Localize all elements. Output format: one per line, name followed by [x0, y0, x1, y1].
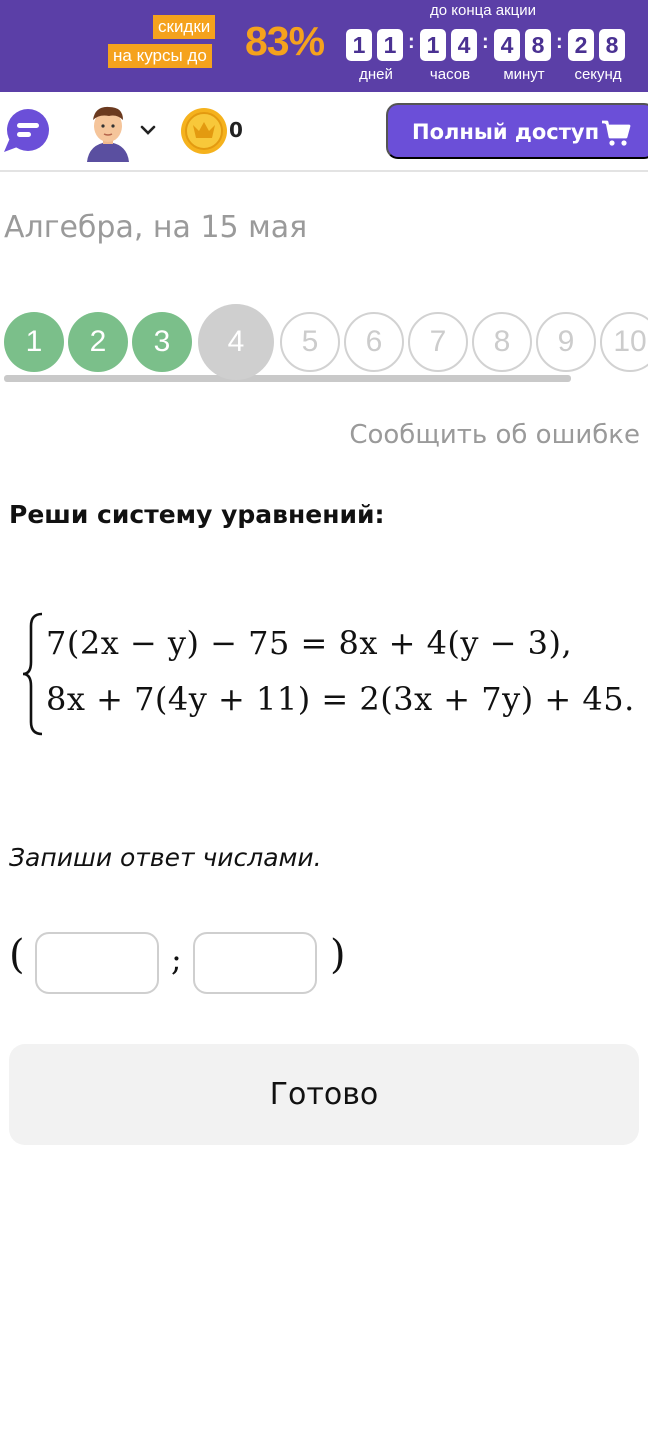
step-1[interactable]: 1 — [4, 312, 64, 372]
promo-countdown-label: до конца акции — [430, 2, 536, 19]
step-5[interactable]: 5 — [280, 312, 340, 372]
crown-coin-icon[interactable] — [180, 107, 228, 155]
promo-banner[interactable]: скидки на курсы до 83% до конца акции 1 … — [0, 0, 648, 92]
coin-count: 0 — [229, 118, 243, 142]
timer-unit-seconds: секунд — [574, 66, 622, 83]
timer-separator: : — [408, 31, 415, 53]
step-8[interactable]: 8 — [472, 312, 532, 372]
equation-1: 7(2x − y) − 75 = 8x + 4(y − 3), — [46, 624, 573, 662]
full-access-button[interactable]: Полный доступ — [386, 103, 648, 159]
step-6[interactable]: 6 — [344, 312, 404, 372]
timer-unit-hours: часов — [429, 66, 471, 83]
timer-days-digit-1: 1 — [346, 29, 372, 61]
stepper-progress-track — [4, 375, 571, 382]
step-3[interactable]: 3 — [132, 312, 192, 372]
cart-icon — [601, 119, 631, 147]
timer-seconds-digit-1: 2 — [568, 29, 594, 61]
timer-days-digit-2: 1 — [377, 29, 403, 61]
timer-hours-digit-2: 4 — [451, 29, 477, 61]
page-title: Алгебра, на 15 мая — [4, 210, 308, 245]
answer-open-paren: ( — [9, 932, 25, 978]
answer-close-paren: ) — [330, 932, 346, 978]
chat-menu-icon[interactable] — [2, 108, 52, 154]
top-header: 0 Полный доступ — [0, 92, 648, 172]
report-error-link[interactable]: Сообщить об ошибке — [349, 420, 640, 450]
answer-y-input[interactable] — [193, 932, 317, 994]
step-7[interactable]: 7 — [408, 312, 468, 372]
answer-hint: Запиши ответ числами. — [9, 843, 322, 872]
submit-done-button[interactable]: Готово — [9, 1044, 639, 1145]
timer-unit-minutes: минут — [503, 66, 545, 83]
timer-seconds-digit-2: 8 — [599, 29, 625, 61]
answer-separator: ; — [171, 940, 182, 978]
timer-unit-days: дней — [359, 66, 393, 83]
question-stepper: 1 2 3 4 5 6 7 8 9 10 — [0, 304, 648, 384]
promo-percent: 83% — [245, 18, 325, 64]
step-10[interactable]: 10 — [600, 312, 648, 372]
promo-tag-discounts: скидки — [153, 15, 216, 39]
timer-separator: : — [556, 31, 563, 53]
task-title: Реши систему уравнений: — [9, 500, 385, 529]
timer-hours-digit-1: 1 — [420, 29, 446, 61]
full-access-label: Полный доступ — [412, 120, 600, 144]
answer-x-input[interactable] — [35, 932, 159, 994]
user-avatar-icon[interactable] — [85, 104, 131, 162]
step-4-current[interactable]: 4 — [198, 304, 274, 380]
step-2[interactable]: 2 — [68, 312, 128, 372]
chevron-down-icon[interactable] — [139, 122, 157, 138]
step-9[interactable]: 9 — [536, 312, 596, 372]
equation-system: 7(2x − y) − 75 = 8x + 4(y − 3), 8x + 7(4… — [22, 612, 648, 736]
system-brace-icon — [22, 612, 44, 736]
equation-2: 8x + 7(4y + 11) = 2(3x + 7y) + 45. — [46, 680, 635, 718]
timer-separator: : — [482, 31, 489, 53]
timer-minutes-digit-1: 4 — [494, 29, 520, 61]
promo-tag-courses: на курсы до — [108, 44, 212, 68]
timer-minutes-digit-2: 8 — [525, 29, 551, 61]
